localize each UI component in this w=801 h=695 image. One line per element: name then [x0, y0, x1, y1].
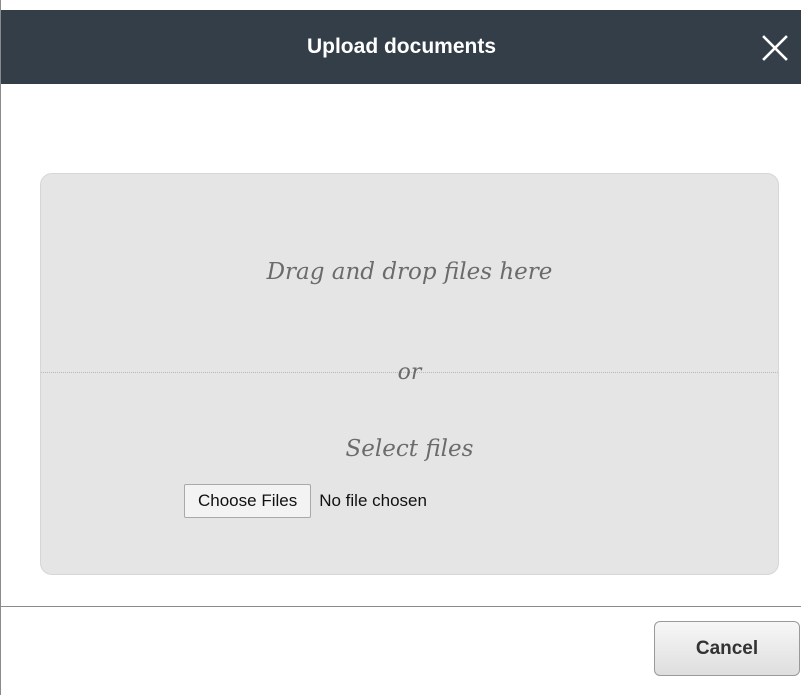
select-files-label: Select files	[345, 436, 474, 462]
upload-documents-dialog: Upload documents Drag and drop files her…	[0, 0, 801, 695]
dialog-title: Upload documents	[306, 35, 496, 58]
dialog-footer: Cancel	[1, 606, 801, 695]
file-input: Choose Files No file chosen	[184, 484, 427, 518]
close-button[interactable]	[760, 33, 790, 63]
dialog-body: Drag and drop files here or Select files…	[1, 84, 801, 606]
close-icon	[762, 35, 788, 61]
drag-drop-label: Drag and drop files here	[266, 259, 553, 285]
choose-files-button[interactable]: Choose Files	[184, 484, 312, 518]
or-label: or	[397, 360, 422, 385]
file-status-text: No file chosen	[319, 491, 427, 510]
dialog-header: Upload documents	[1, 10, 801, 84]
file-dropzone[interactable]: Drag and drop files here or Select files…	[40, 173, 779, 575]
cancel-button[interactable]: Cancel	[654, 621, 800, 676]
